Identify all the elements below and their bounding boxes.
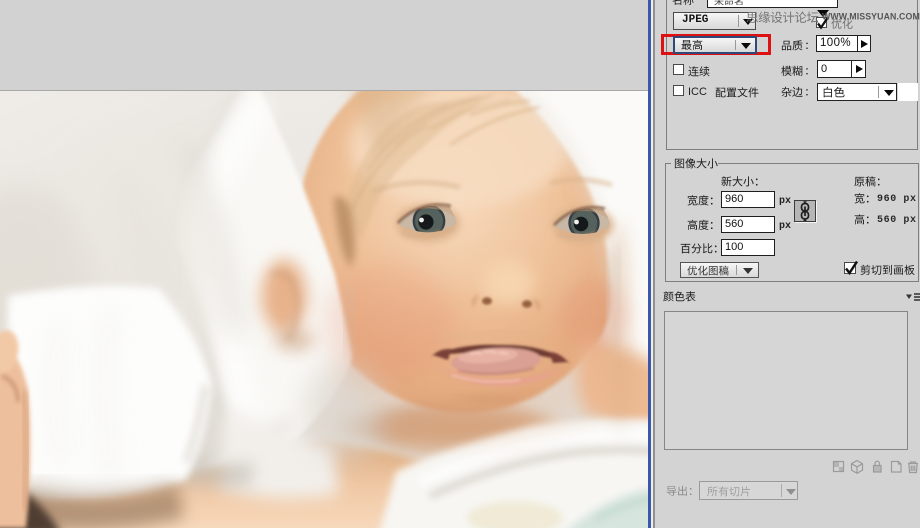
svg-text:WWW.MISSYUAN.COM: WWW.MISSYUAN.COM bbox=[822, 12, 920, 22]
